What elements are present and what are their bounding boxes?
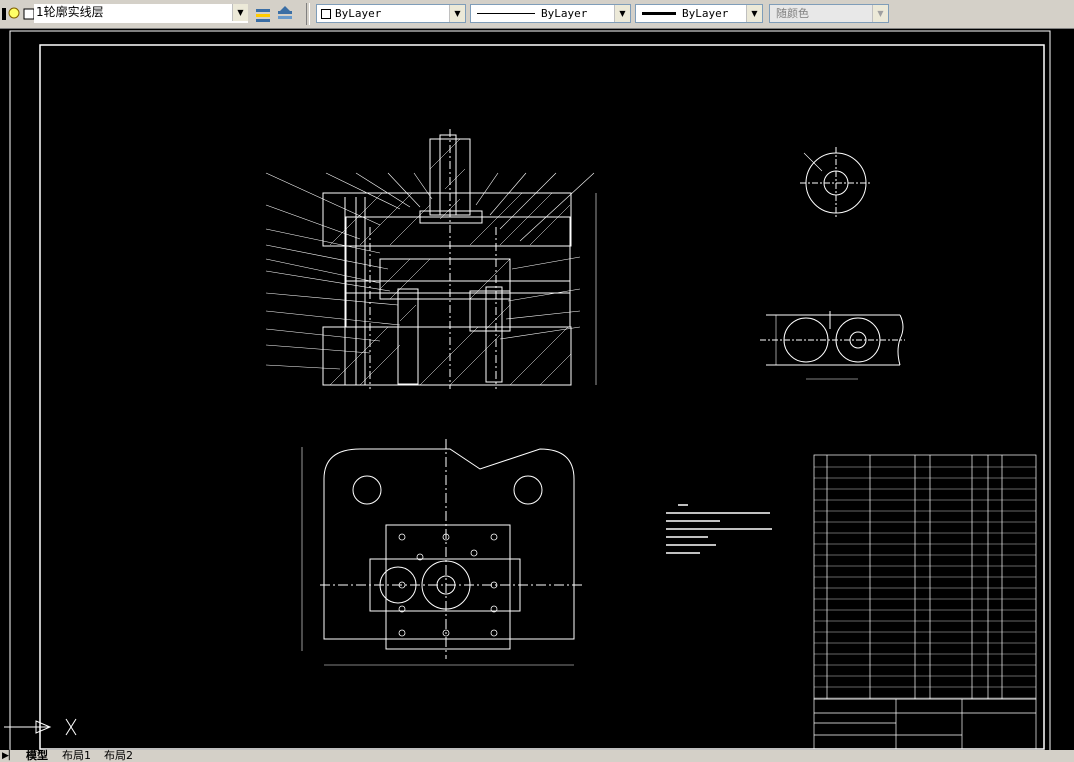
chevron-down-icon[interactable]: ▼ (872, 5, 888, 22)
linetype-dropdown[interactable]: ByLayer ▼ (470, 4, 631, 23)
layer-state-icons[interactable] (2, 6, 35, 22)
toolbar-separator (306, 3, 310, 25)
title-block (813, 698, 1037, 750)
tab-model[interactable]: 模型 (26, 750, 48, 762)
lineweight-preview (642, 12, 676, 15)
layer-name: 1轮廓实线层 (36, 5, 104, 19)
tab-layout1[interactable]: 布局1 (62, 750, 91, 762)
drawing-frame (39, 44, 1045, 750)
color-dropdown[interactable]: ByLayer ▼ (316, 4, 466, 23)
layer-dropdown[interactable]: 1轮廓实线层 ▼ (34, 4, 248, 23)
plotstyle-value: 随颜色 (776, 7, 809, 20)
color-swatch (321, 9, 331, 19)
strip-layout-view (760, 311, 905, 380)
chevron-down-icon[interactable]: ▼ (746, 5, 762, 22)
cad-drawing (4, 30, 1051, 754)
tab-scroll-arrows[interactable]: ▶▏ (2, 750, 16, 762)
section-view (322, 129, 572, 389)
drawing-canvas[interactable] (0, 29, 1074, 754)
leader-lines (265, 172, 597, 385)
chevron-down-icon[interactable]: ▼ (449, 5, 465, 22)
chevron-down-icon[interactable]: ▼ (232, 4, 248, 21)
tab-layout2[interactable]: 布局2 (104, 750, 133, 762)
lineweight-dropdown[interactable]: ByLayer ▼ (635, 4, 763, 23)
plotstyle-dropdown[interactable]: 随颜色 ▼ (769, 4, 889, 23)
chevron-down-icon[interactable]: ▼ (614, 5, 630, 22)
layer-previous-icon[interactable] (276, 5, 294, 23)
color-value: ByLayer (335, 7, 382, 20)
layout-tabs: ▶▏ 模型 布局1 布局2 (0, 750, 1074, 762)
lineweight-value: ByLayer (682, 7, 729, 20)
linetype-preview (477, 13, 535, 14)
lightbulb-icon (2, 7, 35, 20)
paper-outer-border (9, 30, 1051, 754)
parts-list-rows (814, 466, 1036, 699)
linetype-value: ByLayer (541, 7, 588, 20)
detail-view-punch (800, 147, 872, 219)
properties-toolbar: 1轮廓实线层 ▼ ByLayer ▼ ByLayer ▼ ByLayer ▼ 随… (0, 0, 1074, 29)
technical-notes (666, 504, 772, 554)
make-current-layer-icon[interactable] (254, 5, 272, 23)
plan-view (301, 439, 582, 666)
